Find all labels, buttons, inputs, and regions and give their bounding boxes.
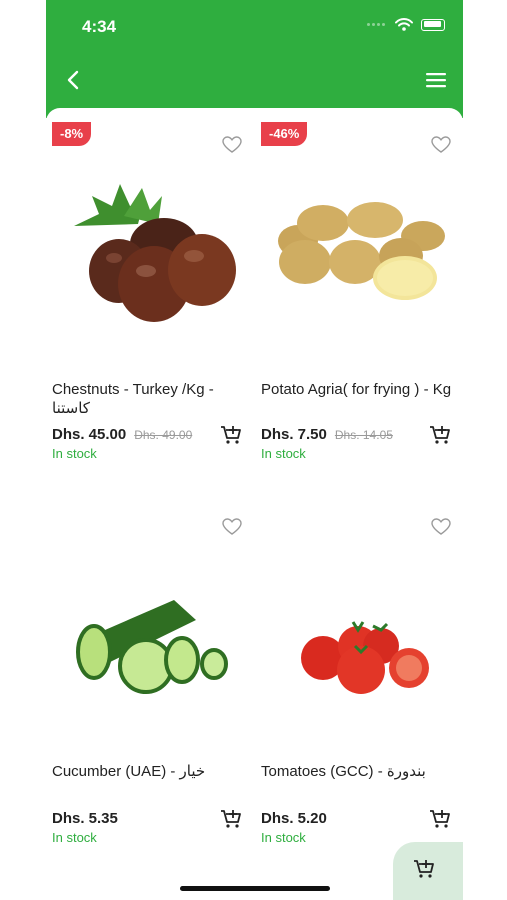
cucumber-image [76, 600, 228, 694]
floating-cart-button[interactable] [393, 842, 463, 900]
tomatoes-image [301, 621, 429, 694]
stock-status: In stock [52, 446, 97, 461]
status-icons [367, 18, 445, 31]
stock-status: In stock [52, 830, 97, 845]
price-row: Dhs. 7.50 Dhs. 14.05 [261, 426, 393, 443]
add-to-cart-icon[interactable] [429, 808, 451, 830]
heart-icon[interactable] [431, 136, 451, 154]
add-to-cart-icon[interactable] [429, 424, 451, 446]
product-title[interactable]: Potato Agria( for frying ) - Kg [261, 380, 457, 399]
heart-icon[interactable] [222, 518, 242, 536]
potato-image [278, 202, 445, 300]
signal-icon [367, 22, 387, 27]
price-row: Dhs. 5.35 [52, 810, 118, 827]
battery-icon [421, 18, 445, 31]
home-indicator [180, 886, 330, 891]
stock-status: In stock [261, 446, 306, 461]
status-time: 4:34 [82, 17, 117, 36]
heart-icon[interactable] [431, 518, 451, 536]
product-title[interactable]: Tomatoes (GCC) - بندورة [261, 762, 457, 781]
chestnuts-image [74, 184, 236, 322]
product-title[interactable]: Chestnuts - Turkey /Kg - كاستنا [52, 380, 248, 418]
old-price: Dhs. 14.05 [334, 428, 393, 442]
price: Dhs. 45.00 [52, 426, 127, 443]
app-header: 4:34 [46, 0, 463, 122]
price: Dhs. 7.50 [261, 426, 327, 443]
price-row: Dhs. 5.20 [261, 810, 327, 827]
product-card-chestnuts[interactable]: -8% Chestnuts - Turkey /Kg - كاستنا Dhs.… [46, 118, 254, 498]
wifi-icon [395, 18, 413, 31]
product-card-cucumber[interactable]: Cucumber (UAE) - خيار Dhs. 5.35 In stock [46, 500, 254, 880]
chevron-left-icon[interactable] [62, 68, 84, 92]
stock-status: In stock [261, 830, 306, 845]
price: Dhs. 5.20 [261, 810, 327, 827]
cart-icon [414, 860, 434, 878]
discount-badge: -46% [261, 122, 308, 146]
heart-icon[interactable] [222, 136, 242, 154]
price-row: Dhs. 45.00 Dhs. 49.00 [52, 426, 192, 443]
product-card-tomatoes[interactable]: Tomatoes (GCC) - بندورة Dhs. 5.20 In sto… [255, 500, 463, 880]
old-price: Dhs. 49.00 [134, 428, 193, 442]
add-to-cart-icon[interactable] [220, 808, 242, 830]
app-screen: 4:34 -8% Chestnuts - Turkey /Kg - كاستنا… [46, 0, 463, 900]
add-to-cart-icon[interactable] [220, 424, 242, 446]
discount-badge: -8% [52, 122, 92, 146]
hamburger-menu-icon[interactable] [425, 71, 447, 89]
price: Dhs. 5.35 [52, 810, 118, 827]
product-title[interactable]: Cucumber (UAE) - خيار [52, 762, 248, 781]
product-card-potato[interactable]: -46% Potato Agria( for frying ) - Kg Dhs… [255, 118, 463, 498]
